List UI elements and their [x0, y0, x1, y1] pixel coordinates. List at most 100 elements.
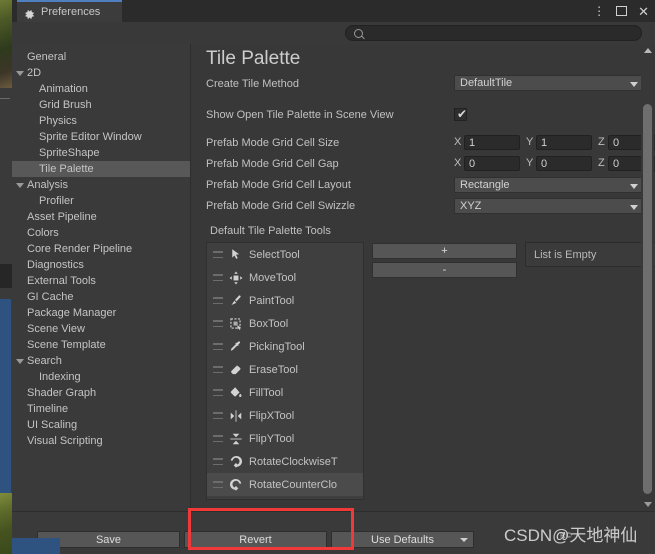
- drag-handle-icon[interactable]: [213, 458, 223, 465]
- sidebar-item-label: Scene Template: [27, 339, 106, 351]
- paint-bucket-icon: [228, 385, 243, 400]
- sidebar-item-package-manager[interactable]: Package Manager: [12, 305, 190, 321]
- tool-list-item[interactable]: RotateClockwiseT: [207, 450, 363, 473]
- tool-list-item-label: FillTool: [249, 386, 284, 399]
- tool-properties-empty-box: List is Empty: [525, 242, 655, 267]
- chevron-down-icon[interactable]: [16, 358, 24, 364]
- background-scene-bottom: [0, 493, 12, 554]
- tab-preferences[interactable]: Preferences: [17, 0, 122, 22]
- grid-cell-size-x-field[interactable]: 1: [464, 135, 520, 150]
- tool-list-item[interactable]: FlipXTool: [207, 404, 363, 427]
- sidebar-item-label: Sprite Editor Window: [39, 131, 142, 143]
- sidebar-item-colors[interactable]: Colors: [12, 225, 190, 241]
- drag-handle-icon[interactable]: [213, 366, 223, 373]
- grid-cell-swizzle-value: XYZ: [460, 200, 482, 212]
- chevron-down-icon: [630, 82, 638, 87]
- scrollbar-thumb[interactable]: [643, 104, 652, 494]
- drag-handle-icon[interactable]: [213, 274, 223, 281]
- settings-tree-sidebar[interactable]: General 2D Animation Grid Brush Physics Sprit…: [12, 44, 191, 511]
- chevron-down-icon[interactable]: [16, 70, 24, 76]
- rotate-cw-icon: [228, 454, 243, 469]
- close-icon[interactable]: ✕: [638, 5, 649, 18]
- scroll-down-arrow-icon[interactable]: [644, 502, 652, 507]
- tool-list-item-label: RotateCounterClo: [249, 478, 338, 491]
- sidebar-item-search[interactable]: Search: [12, 353, 190, 369]
- tool-list-item[interactable]: BoxTool: [207, 312, 363, 335]
- sidebar-item-shader-graph[interactable]: Shader Graph: [12, 385, 190, 401]
- sidebar-item-label: Indexing: [39, 371, 81, 383]
- grid-cell-size-x-label: X: [454, 136, 462, 148]
- sidebar-item-ui-scaling[interactable]: UI Scaling: [12, 417, 190, 433]
- sidebar-item-visual-scripting[interactable]: Visual Scripting: [12, 433, 190, 449]
- drag-handle-icon[interactable]: [213, 389, 223, 396]
- sidebar-item-tile-palette[interactable]: Tile Palette: [12, 161, 190, 177]
- sidebar-item-core-render-pipeline[interactable]: Core Render Pipeline: [12, 241, 190, 257]
- chevron-down-icon: [460, 538, 468, 542]
- use-defaults-button[interactable]: Use Defaults: [331, 531, 474, 548]
- sidebar-item-2d[interactable]: 2D: [12, 65, 190, 81]
- tool-list-item[interactable]: EraseTool: [207, 358, 363, 381]
- tool-list-item[interactable]: RotateCounterClo: [207, 473, 363, 496]
- grid-cell-layout-value: Rectangle: [460, 179, 510, 191]
- sidebar-item-label: Tile Palette: [39, 163, 94, 175]
- grid-cell-layout-dropdown[interactable]: Rectangle: [454, 177, 644, 193]
- sidebar-item-scene-view[interactable]: Scene View: [12, 321, 190, 337]
- more-options-icon[interactable]: ⋮: [593, 5, 605, 17]
- sidebar-item-indexing[interactable]: Indexing: [12, 369, 190, 385]
- search-input[interactable]: [368, 26, 622, 40]
- drag-handle-icon[interactable]: [213, 320, 223, 327]
- show-open-tile-palette-checkbox[interactable]: ✔: [454, 108, 467, 121]
- sidebar-item-label: GI Cache: [27, 291, 74, 303]
- sidebar-item-asset-pipeline[interactable]: Asset Pipeline: [12, 209, 190, 225]
- drag-handle-icon[interactable]: [213, 481, 223, 488]
- scroll-up-arrow-icon[interactable]: [644, 48, 652, 53]
- grid-cell-swizzle-dropdown[interactable]: XYZ: [454, 198, 644, 214]
- box-select-icon: [228, 316, 243, 331]
- sidebar-item-grid-brush[interactable]: Grid Brush: [12, 97, 190, 113]
- use-defaults-label: Use Defaults: [371, 533, 434, 546]
- watermark-subtext: R©: [560, 531, 572, 540]
- search-box[interactable]: [345, 25, 642, 41]
- sidebar-item-scene-template[interactable]: Scene Template: [12, 337, 190, 353]
- grid-cell-size-y-field[interactable]: 1: [536, 135, 592, 150]
- sidebar-item-external-tools[interactable]: External Tools: [12, 273, 190, 289]
- sidebar-item-general[interactable]: General: [12, 49, 190, 65]
- remove-tool-button[interactable]: -: [372, 262, 517, 278]
- sidebar-item-label: Visual Scripting: [27, 435, 103, 447]
- sidebar-item-diagnostics[interactable]: Diagnostics: [12, 257, 190, 273]
- drag-handle-icon[interactable]: [213, 435, 223, 442]
- grid-cell-gap-y-field[interactable]: 0: [536, 156, 592, 171]
- sidebar-item-label: Package Manager: [27, 307, 117, 319]
- sidebar-item-gi-cache[interactable]: GI Cache: [12, 289, 190, 305]
- tool-list-item[interactable]: SelectTool: [207, 243, 363, 266]
- eyedropper-icon: [228, 339, 243, 354]
- add-tool-button[interactable]: +: [372, 243, 517, 259]
- tool-list-item[interactable]: PickingTool: [207, 335, 363, 358]
- chevron-down-icon[interactable]: [16, 182, 24, 188]
- create-tile-method-dropdown[interactable]: DefaultTile: [454, 75, 644, 91]
- sidebar-item-sprite-editor-window[interactable]: Sprite Editor Window: [12, 129, 190, 145]
- sidebar-item-analysis[interactable]: Analysis: [12, 177, 190, 193]
- tools-reorderable-list[interactable]: SelectTool MoveTool PaintTool BoxTool Pickin…: [206, 242, 364, 500]
- sidebar-item-animation[interactable]: Animation: [12, 81, 190, 97]
- drag-handle-icon[interactable]: [213, 297, 223, 304]
- drag-handle-icon[interactable]: [213, 343, 223, 350]
- grid-cell-gap-x-field[interactable]: 0: [464, 156, 520, 171]
- maximize-icon[interactable]: [616, 6, 628, 16]
- main-scrollbar[interactable]: [641, 44, 654, 511]
- sidebar-item-label: Scene View: [27, 323, 85, 335]
- sidebar-item-physics[interactable]: Physics: [12, 113, 190, 129]
- drag-handle-icon[interactable]: [213, 251, 223, 258]
- revert-button[interactable]: Revert: [184, 531, 327, 548]
- tool-list-item[interactable]: FillTool: [207, 381, 363, 404]
- sidebar-item-profiler[interactable]: Profiler: [12, 193, 190, 209]
- default-tile-palette-tools-label: Default Tile Palette Tools: [210, 225, 331, 237]
- sidebar-item-timeline[interactable]: Timeline: [12, 401, 190, 417]
- background-editor-strip: [0, 0, 12, 554]
- sidebar-item-spriteshape[interactable]: SpriteShape: [12, 145, 190, 161]
- tool-list-item[interactable]: MoveTool: [207, 266, 363, 289]
- drag-handle-icon[interactable]: [213, 412, 223, 419]
- tool-list-item-label: PaintTool: [249, 294, 295, 307]
- tool-list-item[interactable]: FlipYTool: [207, 427, 363, 450]
- tool-list-item[interactable]: PaintTool: [207, 289, 363, 312]
